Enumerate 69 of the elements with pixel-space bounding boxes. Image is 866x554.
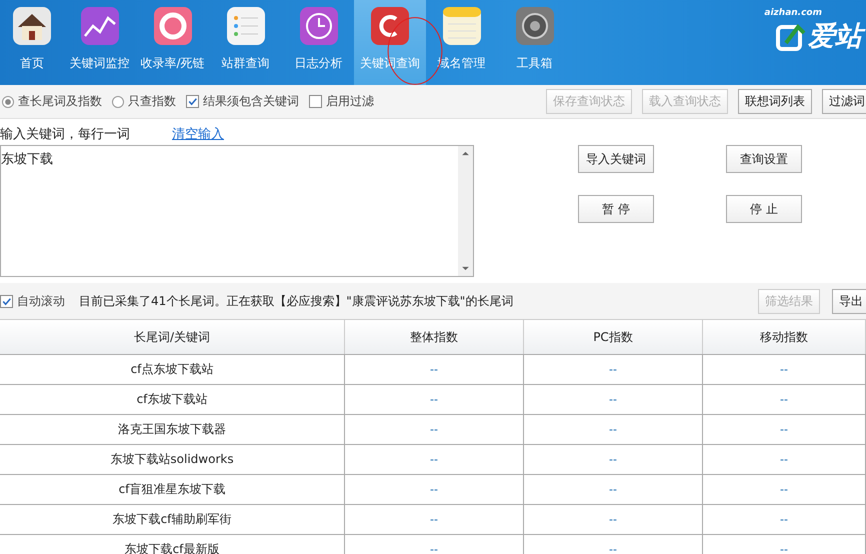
table-cell: 东坡下载站solidworks [0, 444, 344, 474]
ring-icon [152, 6, 192, 46]
table-cell: -- [702, 534, 866, 554]
action-button[interactable]: 停 止 [726, 195, 802, 223]
table-cell: -- [344, 474, 524, 504]
input-label: 输入关键词，每行一词 [0, 126, 130, 143]
table-cell: -- [524, 354, 702, 384]
scroll-down-arrow-icon[interactable] [462, 266, 469, 271]
table-cell: 东坡下载cf辅助刷军街 [0, 504, 344, 534]
checkbox-option[interactable]: 启用过滤 [309, 93, 374, 110]
nav-item[interactable]: 首页 [0, 0, 64, 85]
table-cell: -- [344, 534, 524, 554]
logo-domain: aizhan.com [764, 8, 822, 18]
table-cell: -- [702, 474, 866, 504]
nav-item[interactable]: 收录率/死链 [135, 0, 210, 85]
radio-option[interactable]: 只查指数 [112, 93, 176, 110]
nav-item[interactable]: 站群查询 [208, 0, 283, 85]
table-cell: cf点东坡下载站 [0, 354, 344, 384]
table-cell: -- [344, 414, 524, 444]
action-button[interactable]: 暂 停 [578, 195, 654, 223]
radio[interactable] [112, 96, 124, 108]
table-cell: -- [344, 354, 524, 384]
scroll-up-arrow-icon[interactable] [462, 151, 469, 156]
table-cell: -- [524, 444, 702, 474]
toolbar-button[interactable]: 联想词列表 [738, 89, 812, 114]
gear-icon [514, 6, 554, 46]
notepad-icon [442, 6, 482, 46]
nav-item[interactable]: 关键词监控 [62, 0, 137, 85]
table-cell: cf东坡下载站 [0, 384, 344, 414]
table-cell: -- [702, 384, 866, 414]
checkbox[interactable] [186, 95, 199, 108]
checkbox-option[interactable]: 自动滚动 [0, 292, 65, 310]
table-cell: -- [524, 534, 702, 554]
keyword-textarea[interactable]: 东坡下载 [0, 145, 474, 277]
column-header[interactable]: 长尾词/关键词 [0, 320, 344, 354]
table-cell: cf盲狙准星东坡下载 [0, 474, 344, 504]
chart-icon [80, 6, 120, 46]
table-cell: -- [524, 384, 702, 414]
list-icon [226, 6, 266, 46]
table-cell: -- [344, 504, 524, 534]
table-cell: -- [524, 474, 702, 504]
status-message: 目前已采集了41个长尾词。正在获取【必应搜索】"康震评说苏东坡下载"的长尾词 [79, 292, 514, 310]
clear-input-link[interactable]: 清空输入 [172, 125, 224, 143]
column-header[interactable]: 移动指数 [702, 320, 866, 354]
c-logo-icon [370, 6, 410, 46]
radio[interactable] [2, 96, 14, 108]
house-icon [12, 6, 52, 46]
table-cell: -- [524, 414, 702, 444]
table-cell: -- [344, 384, 524, 414]
column-header[interactable]: PC指数 [524, 320, 702, 354]
radio-option[interactable]: 查长尾词及指数 [2, 93, 102, 110]
table-cell: -- [344, 444, 524, 474]
table-cell: -- [702, 414, 866, 444]
checkbox[interactable] [309, 95, 322, 108]
table-cell: -- [702, 354, 866, 384]
table-cell: 洛克王国东坡下载器 [0, 414, 344, 444]
logo-mark-icon [776, 21, 806, 51]
table-cell: -- [702, 504, 866, 534]
toolbar-button[interactable]: 过滤词 [822, 89, 866, 114]
action-button[interactable]: 查询设置 [726, 145, 802, 173]
result-button[interactable]: 导出 [832, 288, 866, 314]
action-button[interactable]: 导入关键词 [578, 145, 654, 173]
checkbox[interactable] [0, 294, 13, 308]
scrollbar[interactable] [458, 146, 473, 276]
table-cell: -- [524, 504, 702, 534]
column-header[interactable]: 整体指数 [344, 320, 524, 354]
clock-icon [298, 6, 338, 46]
table-cell: -- [702, 444, 866, 474]
checkbox-option[interactable]: 结果须包含关键词 [186, 93, 299, 110]
